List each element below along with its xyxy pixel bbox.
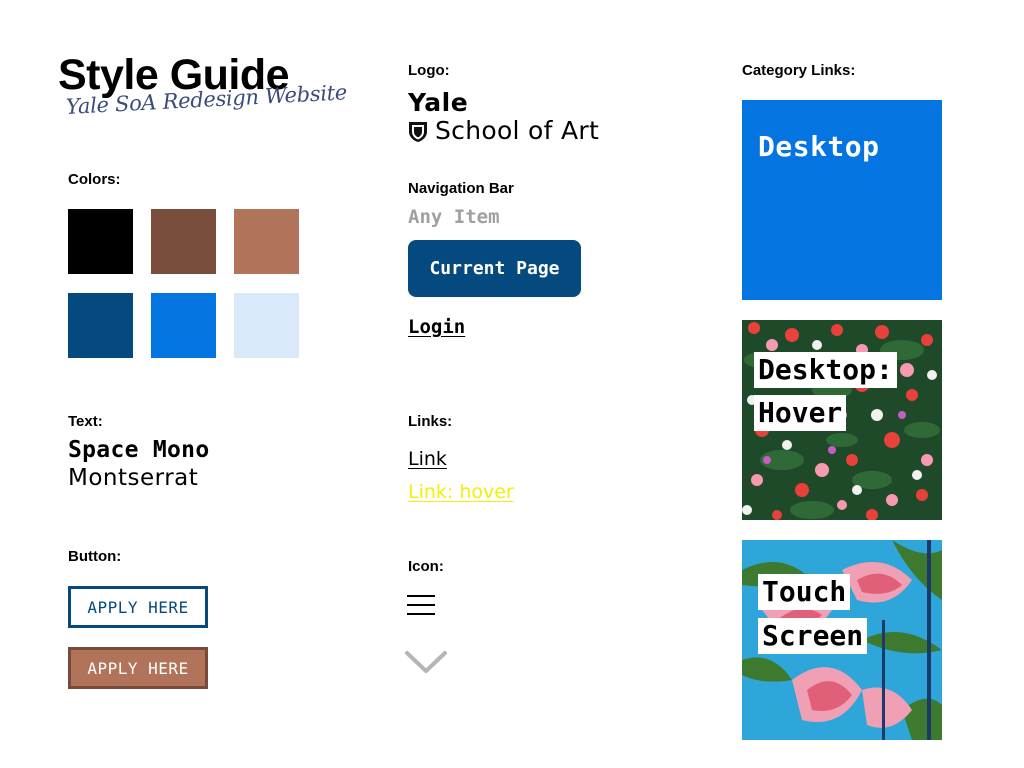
category-tile-desktop[interactable]: Desktop <box>742 100 942 300</box>
nav-login-link[interactable]: Login <box>408 316 465 338</box>
logo-label: Logo: <box>408 62 450 79</box>
category-tile-desktop-label: Desktop <box>758 130 880 163</box>
navigation-label: Navigation Bar <box>408 180 514 197</box>
color-swatch-terracotta <box>234 209 299 274</box>
category-tile-touch-label-1: Touch <box>758 574 851 610</box>
button-label: Button: <box>68 548 122 565</box>
font-sample-mono: Space Mono <box>68 437 210 463</box>
category-links-label: Category Links: <box>742 62 856 79</box>
category-tile-hover[interactable]: Desktop: Hover <box>742 320 942 520</box>
category-tile-hover-label-2: Hover <box>754 395 847 431</box>
links-label: Links: <box>408 413 453 430</box>
color-swatch-brown <box>151 209 216 274</box>
icon-label: Icon: <box>408 558 444 575</box>
color-swatch-black <box>68 209 133 274</box>
font-sample-sans: Montserrat <box>68 465 199 491</box>
colors-label: Colors: <box>68 171 121 188</box>
nav-current-page[interactable]: Current Page <box>408 240 581 297</box>
shield-icon <box>409 122 427 142</box>
logo-school-text: School of Art <box>435 116 600 145</box>
color-swatch-blue <box>151 293 216 358</box>
apply-button-outline[interactable]: APPLY HERE <box>68 586 208 628</box>
category-tile-touch-label-2: Screen <box>758 618 868 654</box>
category-tile-hover-label-1: Desktop: <box>754 352 897 388</box>
text-label: Text: <box>68 413 103 430</box>
link-hover-sample[interactable]: Link: hover <box>408 481 514 503</box>
menu-icon[interactable] <box>407 594 435 616</box>
category-tile-touch[interactable]: Touch Screen <box>742 540 942 740</box>
chevron-down-icon[interactable] <box>404 648 448 676</box>
link-sample[interactable]: Link <box>408 448 447 470</box>
nav-item[interactable]: Any Item <box>408 206 500 228</box>
logo-yale-text: Yale <box>408 88 469 117</box>
color-swatch-light-blue <box>234 293 299 358</box>
apply-button-filled[interactable]: APPLY HERE <box>68 647 208 689</box>
color-swatch-navy <box>68 293 133 358</box>
